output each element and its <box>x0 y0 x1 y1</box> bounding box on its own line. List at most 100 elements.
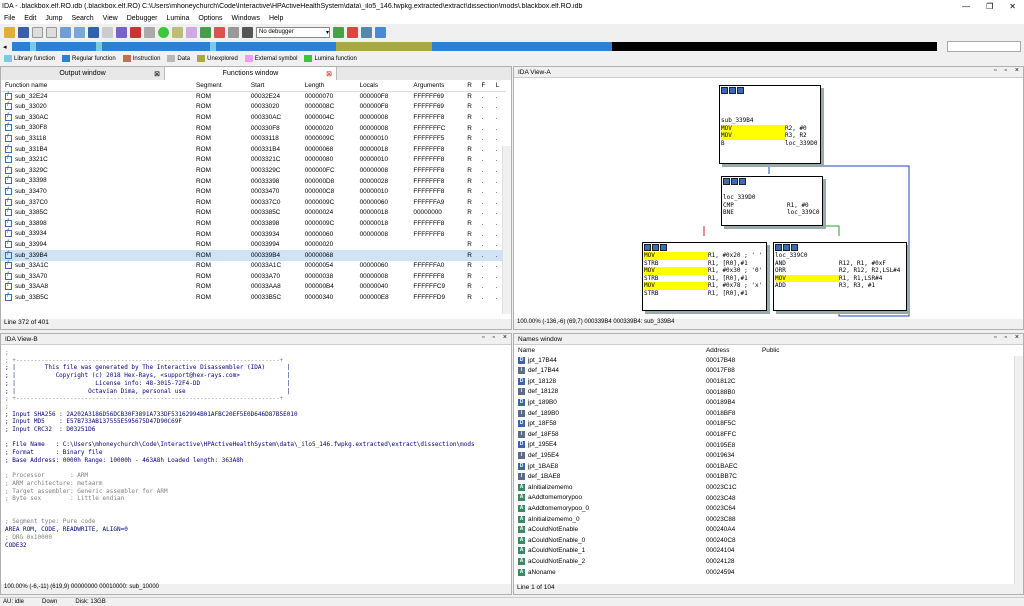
table-row[interactable]: sub_33470 ROM 00033470 000000C8 00000010 FFFF… <box>1 186 506 197</box>
table-row[interactable]: AaCouldNotEnable_2 00024128 <box>514 556 1014 567</box>
stop-icon[interactable] <box>242 26 253 38</box>
listing-line[interactable]: ; <box>5 349 507 357</box>
table-row[interactable]: i def_1BAE8 0001BB7C <box>514 472 1014 483</box>
listing-line[interactable]: ; Target assembler: Generic assembler fo… <box>5 488 507 496</box>
float-icon[interactable]: ▫ <box>994 334 996 341</box>
menu-file[interactable]: File <box>4 15 15 22</box>
navigate-icon[interactable] <box>60 26 71 38</box>
node-graph-icon[interactable] <box>783 244 790 251</box>
table-row[interactable]: AaCouldNotEnable_0 000240C8 <box>514 535 1014 546</box>
restore-icon[interactable]: ▫ <box>492 334 494 341</box>
table-row[interactable]: sub_337C0 ROM 000337C0 0000009C 00000060 FFFF… <box>1 197 506 208</box>
node-color-icon[interactable] <box>775 244 782 251</box>
instruction-line[interactable]: MOV R1, #0x78 ; 'x' <box>644 282 766 290</box>
unexplored-icon[interactable] <box>172 26 183 38</box>
table-row[interactable]: sub_3385C ROM 0003385C 00000024 00000018 0000… <box>1 208 506 219</box>
col-public[interactable]: Public <box>758 345 1014 355</box>
instruction-line[interactable]: MOV R1, #0x20 ; ' ' <box>644 252 766 260</box>
listing-line[interactable]: ; Input SHA256 : 2A202A3186D56DCB30F3891… <box>5 411 507 419</box>
listing-line[interactable]: AREA ROM, CODE, READWRITE, ALIGN=0 <box>5 526 507 534</box>
col-name[interactable]: Name <box>514 345 702 355</box>
close-icon[interactable]: × <box>1015 334 1019 341</box>
functions-scrollbar[interactable] <box>502 146 511 314</box>
menu-lumina[interactable]: Lumina <box>166 15 189 22</box>
close-icon[interactable]: ⊠ <box>326 70 332 78</box>
node-graph-icon[interactable] <box>731 178 738 185</box>
menu-debugger[interactable]: Debugger <box>127 15 158 22</box>
instruction-line[interactable]: MOV R3, R2 <box>721 132 820 140</box>
table-row[interactable]: sub_33B5C ROM 00033B5C 00000340 000000E8 FFFF… <box>1 292 506 303</box>
node-group-icon[interactable] <box>791 244 798 251</box>
table-row[interactable]: sub_33934 ROM 00033934 00000060 00000008 FFFF… <box>1 229 506 240</box>
instruction-line[interactable]: AND R12, R1, #0xF <box>775 260 906 268</box>
table-row[interactable]: Djpt_1BAE8 0001BAEC <box>514 461 1014 472</box>
lumina-icon[interactable] <box>375 26 386 38</box>
restore-icon[interactable]: ▫ <box>1004 334 1006 341</box>
table-row[interactable]: sub_33898 ROM 00033898 0000009C 00000018 FFFF… <box>1 218 506 229</box>
forward-icon[interactable] <box>46 26 57 38</box>
listing-line[interactable] <box>5 503 507 511</box>
menu-options[interactable]: Options <box>198 15 222 22</box>
back-icon[interactable] <box>32 26 43 38</box>
instruction-line[interactable]: STRB R1, [R0],#1 <box>644 275 766 283</box>
table-row[interactable]: Djpt_17B44 00017B48 <box>514 355 1014 366</box>
table-row[interactable]: sub_33AA8 ROM 00033AA8 000000B4 00000040 FFFF… <box>1 282 506 293</box>
graph-node-loc-339d0[interactable]: loc_339D0 CMP R1, #0 BNE loc_339C0 <box>721 176 823 226</box>
instruction-line[interactable]: STRB R1, [R0],#1 <box>644 290 766 298</box>
graph-icon[interactable] <box>144 26 155 38</box>
graph-node-loc-339c0[interactable]: loc_339C0 AND R12, R1, #0xF ORR R2, R12, R2,… <box>773 242 907 311</box>
table-row[interactable]: sub_32E24 ROM 00032E24 00000070 000000F8 FFFF… <box>1 91 506 102</box>
col-segment[interactable]: Segment <box>192 80 247 92</box>
table-row[interactable]: sub_33118 ROM 00033118 0000009C 00000010 FFFF… <box>1 133 506 144</box>
node-graph-icon[interactable] <box>652 244 659 251</box>
node-color-icon[interactable] <box>723 178 730 185</box>
listing-line[interactable]: ; | This file was generated by The Inter… <box>5 364 507 372</box>
col-address[interactable]: Address <box>702 345 758 355</box>
listing-line[interactable]: ; | Octavian Dima, personal use | <box>5 388 507 396</box>
pause-icon[interactable] <box>228 26 239 38</box>
enum-icon[interactable] <box>200 26 211 38</box>
table-row[interactable]: i def_189B0 00018BF8 <box>514 408 1014 419</box>
names-scrollbar[interactable] <box>1014 356 1023 584</box>
nav-combo[interactable] <box>947 41 1021 52</box>
col-f[interactable]: F <box>477 80 492 92</box>
instruction-line[interactable]: STRB R1, [R0],#1 <box>644 260 766 268</box>
listing-line[interactable]: ; Processor : ARM <box>5 472 507 480</box>
table-row[interactable]: sub_3329C ROM 0003329C 000000FC 00000008 FFFF… <box>1 165 506 176</box>
table-row[interactable]: sub_330AC ROM 000330AC 0000004C 00000008 FFFF… <box>1 112 506 123</box>
close-button[interactable]: ✕ <box>1009 2 1016 11</box>
table-row[interactable]: AaAddtomemorypoo_0 00023C64 <box>514 503 1014 514</box>
instruction-line[interactable]: MOV R2, #0 <box>721 124 820 133</box>
menu-view[interactable]: View <box>103 15 118 22</box>
table-row[interactable]: AaCouldNotEnable 000240A4 <box>514 525 1014 536</box>
down-arrow-icon[interactable] <box>88 26 99 38</box>
listing-line[interactable]: ; Input CRC32 : D03251D6 <box>5 426 507 434</box>
restore-icon[interactable]: ▫ <box>1004 67 1006 74</box>
table-row[interactable]: AaCouldNotEnable_1 00024104 <box>514 546 1014 557</box>
instruction-line[interactable]: Bloc_339D0 <box>721 140 820 148</box>
menu-help[interactable]: Help <box>269 15 283 22</box>
node-group-icon[interactable] <box>660 244 667 251</box>
debugger-select[interactable]: No debugger ▾ <box>256 26 330 38</box>
table-row[interactable]: sub_33A70 ROM 00033A70 00000038 00000008 FFFF… <box>1 271 506 282</box>
node-color-icon[interactable] <box>644 244 651 251</box>
close-icon[interactable]: × <box>503 334 507 341</box>
graph-node-sub-339b4[interactable]: sub_339B4 MOV R2, #0 MOV R3, R2 Bloc_339D0 <box>719 85 821 164</box>
table-row[interactable]: AaNoname 00024594 <box>514 567 1014 578</box>
table-row[interactable]: Djpt_18F58 00018F5C <box>514 419 1014 430</box>
instruction-line[interactable]: sub_339B4 <box>721 117 820 125</box>
instruction-line[interactable]: ADD R3, R3, #1 <box>775 282 906 290</box>
break-icon[interactable] <box>130 26 141 38</box>
col-length[interactable]: Length <box>300 80 356 92</box>
minimize-button[interactable]: — <box>962 2 970 11</box>
table-row[interactable]: i def_195E4 00019634 <box>514 450 1014 461</box>
table-row[interactable]: sub_339B4ROM000339B400000068R.. <box>1 249 506 261</box>
listing-line[interactable] <box>5 434 507 442</box>
listing-line[interactable]: ; Segment type: Pure code <box>5 518 507 526</box>
menu-edit[interactable]: Edit <box>24 15 36 22</box>
instruction-line[interactable]: MOV R1, #0x30 ; '0' <box>644 267 766 275</box>
table-row[interactable]: AaInitializememo_0 00023C88 <box>514 514 1014 525</box>
table-row[interactable]: sub_331B4 ROM 000331B4 00000068 00000018 FFFF… <box>1 144 506 155</box>
node-group-icon[interactable] <box>737 87 744 94</box>
listing-line[interactable]: ; Byte sex : Little endian <box>5 495 507 503</box>
